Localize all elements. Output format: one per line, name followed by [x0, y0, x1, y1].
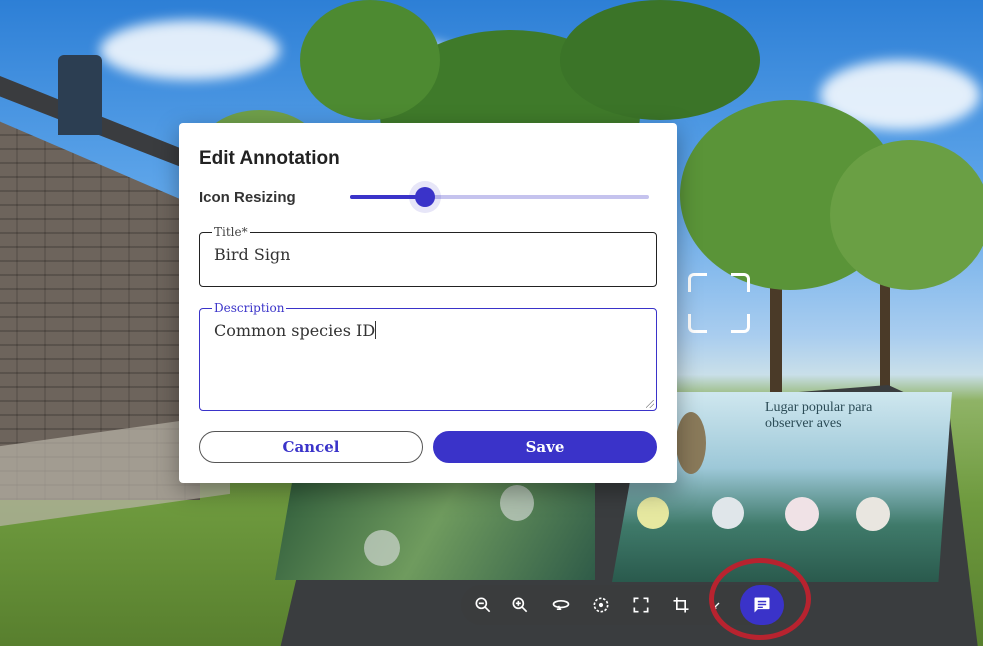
slider-thumb[interactable] [414, 187, 435, 207]
bird-illustration [637, 497, 669, 529]
description-field[interactable]: Description Common species ID [199, 301, 657, 411]
tree-canopy [560, 0, 760, 120]
crop-icon[interactable] [669, 593, 693, 617]
bird-illustration [856, 497, 890, 531]
resize-grip-icon[interactable] [646, 400, 654, 408]
rotate-360-icon[interactable] [549, 593, 573, 617]
bird-illustration [785, 497, 819, 531]
sign-panel-left [275, 470, 595, 580]
bird-illustration [364, 530, 400, 566]
title-field-value[interactable]: Bird Sign [214, 245, 642, 264]
bird-illustration [676, 412, 706, 474]
edit-annotation-dialog: Edit Annotation Icon Resizing Title* Bir… [179, 123, 677, 483]
tree-canopy [300, 0, 440, 120]
icon-resizing-slider[interactable] [350, 187, 649, 207]
focus-target-icon [688, 273, 750, 333]
save-button[interactable]: Save [433, 431, 657, 463]
icon-resizing-label: Icon Resizing [199, 189, 296, 206]
dialog-title: Edit Annotation [199, 148, 340, 169]
sign-heading: Lugar popular para observer aves [765, 400, 873, 431]
annotation-button[interactable] [740, 585, 784, 625]
tree-canopy [830, 140, 983, 290]
bird-illustration [712, 497, 744, 529]
cancel-button[interactable]: Cancel [199, 431, 423, 463]
text-cursor [375, 321, 377, 339]
reset-view-icon[interactable] [589, 593, 613, 617]
zoom-in-icon[interactable] [508, 593, 532, 617]
zoom-out-icon[interactable] [471, 593, 495, 617]
slider-fill [350, 195, 425, 199]
fullscreen-icon[interactable] [629, 593, 653, 617]
viewer-toolbar [461, 585, 786, 625]
title-field[interactable]: Title* Bird Sign [199, 225, 657, 287]
chimney [58, 55, 102, 135]
title-field-label: Title* [214, 225, 248, 239]
link-icon[interactable] [709, 593, 725, 617]
description-field-label: Description [214, 301, 285, 315]
bird-illustration [500, 485, 534, 521]
description-field-value[interactable]: Common species ID [214, 321, 642, 340]
cloud [100, 20, 280, 80]
comment-icon [754, 597, 770, 613]
